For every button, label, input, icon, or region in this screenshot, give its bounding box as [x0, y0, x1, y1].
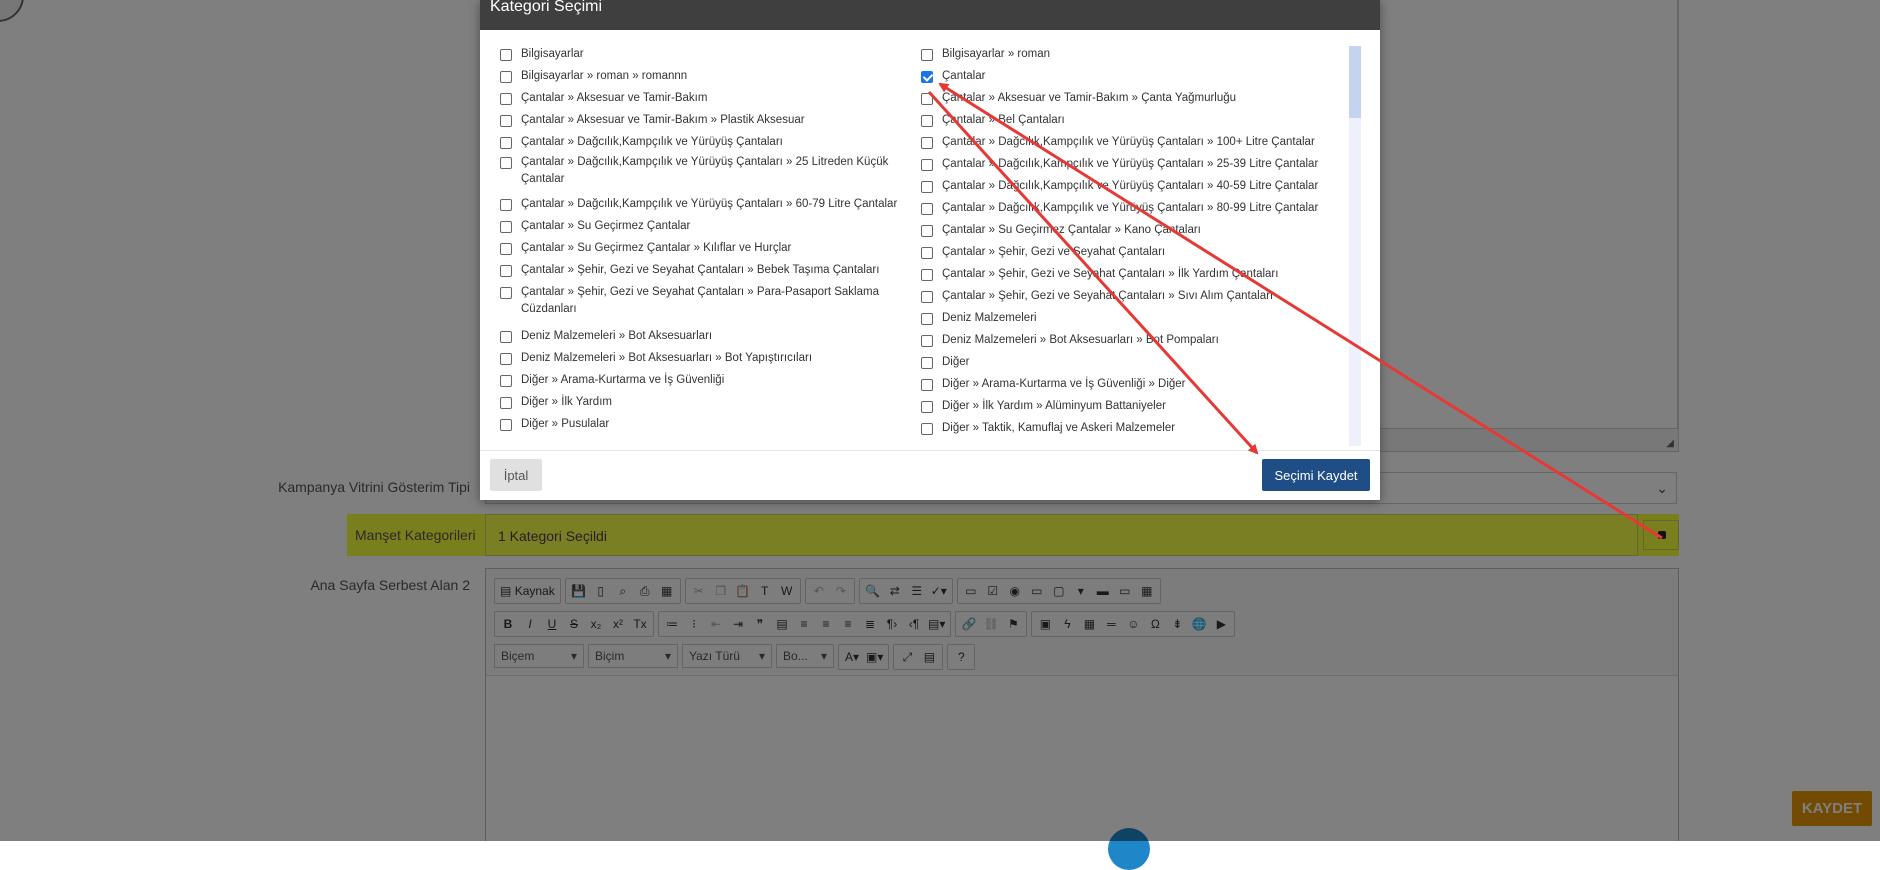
category-label: Diğer » Taktik, Kamuflaj ve Askeri Malze… — [942, 422, 1176, 434]
category-label: Çantalar » Şehir, Gezi ve Seyahat Çantal… — [942, 290, 1274, 302]
category-label: Diğer » Arama-Kurtarma ve İş Güvenliği »… — [942, 378, 1186, 390]
category-label: Çantalar » Aksesuar ve Tamir-Bakım — [521, 92, 708, 104]
category-label: Diğer » Arama-Kurtarma ve İş Güvenliği — [521, 374, 725, 386]
category-checkbox[interactable] — [921, 203, 933, 215]
category-checkbox[interactable] — [500, 71, 512, 83]
category-checkbox[interactable] — [921, 291, 933, 303]
category-label: Çantalar » Dağcılık,Kampçılık ve Yürüyüş… — [521, 156, 889, 185]
category-checkbox[interactable] — [921, 49, 933, 61]
category-checkbox[interactable] — [500, 419, 512, 431]
category-checkbox[interactable] — [921, 137, 933, 149]
category-label: Bilgisayarlar » roman » romannn — [521, 70, 688, 82]
scrollbar-thumb[interactable] — [1349, 46, 1361, 118]
category-checkbox[interactable] — [921, 181, 933, 193]
category-checkbox[interactable] — [921, 335, 933, 347]
category-label: Diğer » İlk Yardım — [521, 396, 612, 408]
category-label: Çantalar » Aksesuar ve Tamir-Bakım » Çan… — [942, 92, 1237, 104]
category-label: Çantalar » Su Geçirmez Çantalar » Kano Ç… — [942, 224, 1201, 236]
category-label: Bilgisayarlar » roman — [942, 48, 1051, 60]
category-checkbox[interactable] — [921, 115, 933, 127]
category-checkbox[interactable] — [921, 357, 933, 369]
category-label: Çantalar » Dağcılık,Kampçılık ve Yürüyüş… — [942, 180, 1319, 192]
category-label: Çantalar » Şehir, Gezi ve Seyahat Çantal… — [942, 268, 1279, 280]
category-label: Çantalar » Şehir, Gezi ve Seyahat Çantal… — [521, 264, 880, 276]
category-checkbox[interactable] — [500, 49, 512, 61]
category-checkbox[interactable] — [500, 331, 512, 343]
category-checkbox[interactable] — [500, 93, 512, 105]
category-label: Çantalar — [942, 70, 986, 82]
category-checkbox[interactable] — [921, 71, 933, 83]
category-label: Çantalar » Dağcılık,Kampçılık ve Yürüyüş… — [521, 136, 783, 148]
category-checkbox[interactable] — [500, 397, 512, 409]
category-label: Çantalar » Aksesuar ve Tamir-Bakım » Pla… — [521, 114, 805, 126]
category-checkbox[interactable] — [500, 115, 512, 127]
category-checkbox[interactable] — [921, 423, 933, 435]
category-label: Deniz Malzemeleri » Bot Aksesuarları » B… — [942, 334, 1219, 346]
category-checkbox[interactable] — [921, 159, 933, 171]
category-checkbox[interactable] — [500, 353, 512, 365]
category-checkbox[interactable] — [500, 221, 512, 233]
category-checkbox[interactable] — [500, 199, 512, 211]
category-checkbox[interactable] — [500, 287, 512, 299]
modal-footer: İptal Seçimi Kaydet — [480, 450, 1380, 501]
category-label: Deniz Malzemeleri » Bot Aksesuarları — [521, 330, 713, 342]
category-label: Çantalar » Şehir, Gezi ve Seyahat Çantal… — [521, 286, 879, 315]
scrollbar[interactable] — [1349, 46, 1361, 446]
category-label: Çantalar » Dağcılık,Kampçılık ve Yürüyüş… — [942, 158, 1319, 170]
modal-title: Kategori Seçimi — [490, 0, 603, 15]
cancel-button[interactable]: İptal — [490, 459, 542, 491]
category-label: Çantalar » Dağcılık,Kampçılık ve Yürüyüş… — [521, 198, 898, 210]
category-label: Çantalar » Su Geçirmez Çantalar — [521, 220, 691, 232]
category-label: Diğer » Pusulalar — [521, 418, 610, 430]
category-label: Çantalar » Su Geçirmez Çantalar » Kılıfl… — [521, 242, 792, 254]
category-checkbox[interactable] — [500, 243, 512, 255]
category-checkbox[interactable] — [921, 313, 933, 325]
save-selection-button[interactable]: Seçimi Kaydet — [1262, 459, 1370, 491]
category-checkbox[interactable] — [921, 401, 933, 413]
category-label: Çantalar » Dağcılık,Kampçılık ve Yürüyüş… — [942, 136, 1315, 148]
category-checkbox[interactable] — [921, 269, 933, 281]
category-label: Deniz Malzemeleri » Bot Aksesuarları » B… — [521, 352, 813, 364]
category-label: Çantalar » Bel Çantaları — [942, 114, 1065, 126]
category-checkbox[interactable] — [921, 379, 933, 391]
category-label: Diğer » İlk Yardım » Alüminyum Battaniye… — [942, 400, 1166, 412]
category-label: Deniz Malzemeleri — [942, 312, 1037, 324]
modal-header: Kategori Seçimi — [480, 0, 1380, 30]
category-checkbox[interactable] — [921, 225, 933, 237]
category-checkbox[interactable] — [500, 137, 512, 149]
category-checkbox[interactable] — [921, 247, 933, 259]
category-modal: Kategori Seçimi Bilgisayarlar Bilgisayarl… — [480, 0, 1380, 500]
category-label: Diğer — [942, 356, 970, 368]
category-checkbox[interactable] — [500, 375, 512, 387]
category-checkbox[interactable] — [921, 93, 933, 105]
category-checkbox[interactable] — [500, 265, 512, 277]
category-label: Bilgisayarlar — [521, 48, 584, 60]
modal-body: Bilgisayarlar Bilgisayarlar » roman » rom… — [480, 30, 1380, 450]
category-label: Çantalar » Dağcılık,Kampçılık ve Yürüyüş… — [942, 202, 1319, 214]
category-checkbox[interactable] — [500, 157, 512, 169]
category-label: Çantalar » Şehir, Gezi ve Seyahat Çantal… — [942, 246, 1166, 258]
